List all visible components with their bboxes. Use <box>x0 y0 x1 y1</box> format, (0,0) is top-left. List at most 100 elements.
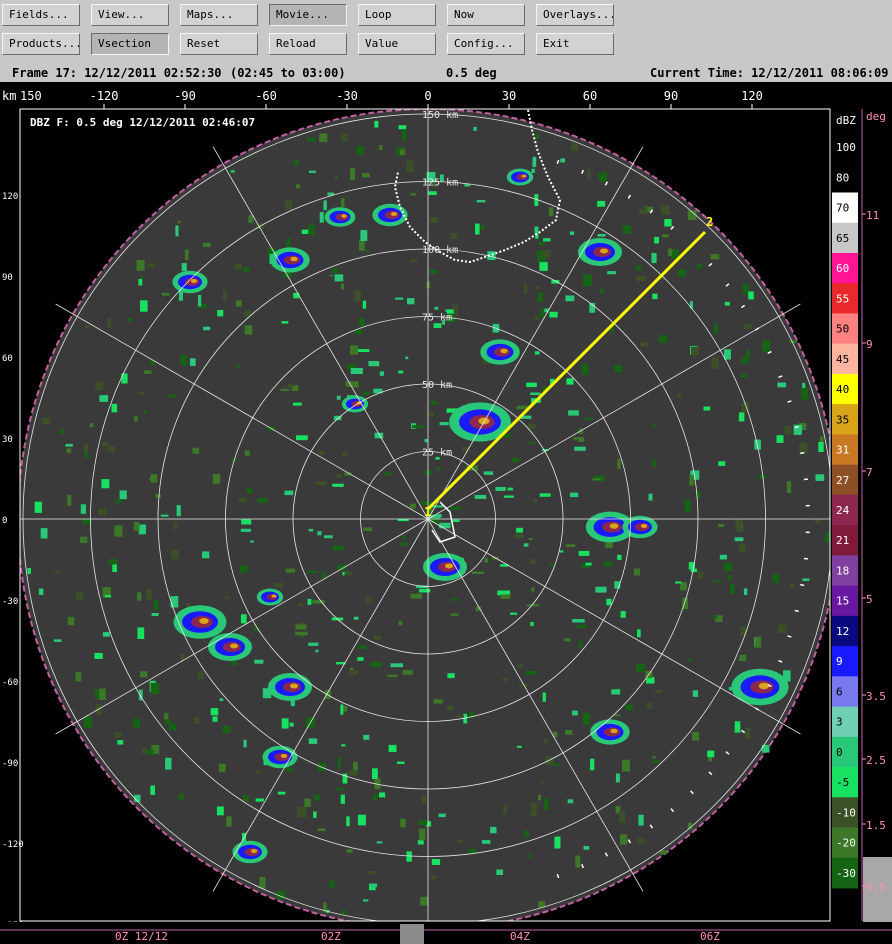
vsection-button[interactable]: Vsection <box>91 33 169 55</box>
value-button[interactable]: Value <box>358 33 436 55</box>
storm-cell-peak <box>521 174 527 178</box>
time-axis[interactable]: 0Z 12/12 02Z 04Z 06Z <box>0 922 892 944</box>
echo-pixel <box>280 388 290 391</box>
echo-pixel <box>362 391 371 395</box>
echo-pixel <box>342 452 348 456</box>
echo-pixel <box>38 588 44 595</box>
vsection-point-start: 1 <box>424 505 431 519</box>
echo-pixel <box>53 639 62 642</box>
range-tick <box>794 609 799 613</box>
echo-pixel <box>139 671 148 678</box>
toolbar: Fields... View... Maps... Movie... Loop … <box>0 0 892 62</box>
echo-pixel <box>175 225 179 237</box>
colorscale-label: 40 <box>836 383 849 396</box>
echo-pixel <box>102 441 109 447</box>
echo-pixel <box>165 757 172 770</box>
echo-pixel <box>754 636 762 648</box>
echo-pixel <box>570 492 579 498</box>
x-tick-label: 0 <box>424 89 431 103</box>
config-button[interactable]: Config... <box>447 33 525 55</box>
radar-ppi-canvas[interactable]: 25 km50 km75 km100 km125 km150 km 12 km 1… <box>0 82 892 944</box>
products-button[interactable]: Products... <box>2 33 80 55</box>
echo-pixel <box>475 223 480 235</box>
echo-pixel <box>219 698 224 701</box>
storm-cell-peak <box>341 214 347 218</box>
view-button[interactable]: View... <box>91 4 169 26</box>
echo-pixel <box>307 598 312 605</box>
loop-button[interactable]: Loop <box>358 4 436 26</box>
echo-pixel <box>374 120 379 128</box>
echo-pixel <box>230 170 235 173</box>
echo-pixel <box>407 298 415 305</box>
echo-pixel <box>818 442 824 452</box>
echo-pixel <box>398 125 407 130</box>
echo-pixel <box>615 773 620 783</box>
echo-pixel <box>593 475 605 482</box>
radar-display[interactable]: 25 km 50 km 75 km 100 km 125 km 150 km 12 km 1… <box>0 82 892 944</box>
echo-pixel <box>80 536 88 543</box>
echo-pixel <box>587 168 591 179</box>
echo-pixel <box>446 705 454 711</box>
reload-button[interactable]: Reload <box>269 33 347 55</box>
echo-pixel <box>350 667 354 671</box>
echo-pixel <box>405 356 409 360</box>
echo-pixel <box>815 474 825 481</box>
echo-pixel <box>456 839 463 843</box>
echo-pixel <box>368 871 377 875</box>
echo-pixel <box>568 410 579 416</box>
echo-pixel <box>526 441 535 444</box>
elevation-colorscale[interactable]: deg 11 9 7 5 3.5 2.5 1.5 0.5 <box>861 109 892 923</box>
echo-pixel <box>306 570 319 573</box>
overlays-button[interactable]: Overlays... <box>536 4 614 26</box>
echo-pixel <box>583 846 590 850</box>
echo-pixel <box>565 730 573 735</box>
echo-pixel <box>412 425 425 428</box>
echo-pixel <box>530 622 534 626</box>
exit-button[interactable]: Exit <box>536 33 614 55</box>
range-ring-label: 50 km <box>422 380 452 391</box>
echo-pixel <box>815 519 820 524</box>
echo-pixel <box>67 616 75 626</box>
echo-pixel <box>286 767 293 772</box>
colorscale-label: 55 <box>836 292 849 305</box>
echo-pixel <box>315 481 327 486</box>
movie-button[interactable]: Movie... <box>269 4 347 26</box>
echo-pixel <box>140 276 144 279</box>
maps-button[interactable]: Maps... <box>180 4 258 26</box>
echo-pixel <box>379 792 386 798</box>
echo-pixel <box>337 757 341 769</box>
echo-pixel <box>336 395 341 400</box>
echo-pixel <box>165 719 171 724</box>
echo-pixel <box>298 603 303 607</box>
echo-pixel <box>359 240 365 251</box>
y-tick-label: 30 <box>2 435 13 445</box>
echo-pixel <box>542 692 546 702</box>
echo-pixel <box>202 551 210 559</box>
echo-pixel <box>134 416 138 422</box>
frame-range-label: (02:45 to 03:00) <box>230 66 346 80</box>
echo-pixel <box>138 279 143 286</box>
echo-pixel <box>554 836 561 849</box>
echo-pixel <box>430 400 438 405</box>
echo-pixel <box>295 624 307 630</box>
storm-cell-peak <box>758 682 770 690</box>
echo-pixel <box>784 426 792 435</box>
echo-pixel <box>384 472 392 476</box>
reset-button[interactable]: Reset <box>180 33 258 55</box>
echo-pixel <box>308 738 318 744</box>
echo-pixel <box>684 500 691 512</box>
dbz-colorscale: dBZ1008070656055504540353127242118151296… <box>832 114 858 889</box>
echo-pixel <box>241 519 252 525</box>
echo-pixel <box>535 286 540 290</box>
echo-pixel <box>353 616 359 620</box>
echo-pixel <box>742 283 749 295</box>
echo-pixel <box>604 561 613 567</box>
colorscale-label: -20 <box>836 837 856 850</box>
fields-button[interactable]: Fields... <box>2 4 80 26</box>
echo-pixel <box>170 596 179 608</box>
echo-pixel <box>713 580 722 583</box>
echo-pixel <box>323 535 333 539</box>
echo-pixel <box>524 830 529 838</box>
now-button[interactable]: Now <box>447 4 525 26</box>
echo-pixel <box>516 527 523 533</box>
